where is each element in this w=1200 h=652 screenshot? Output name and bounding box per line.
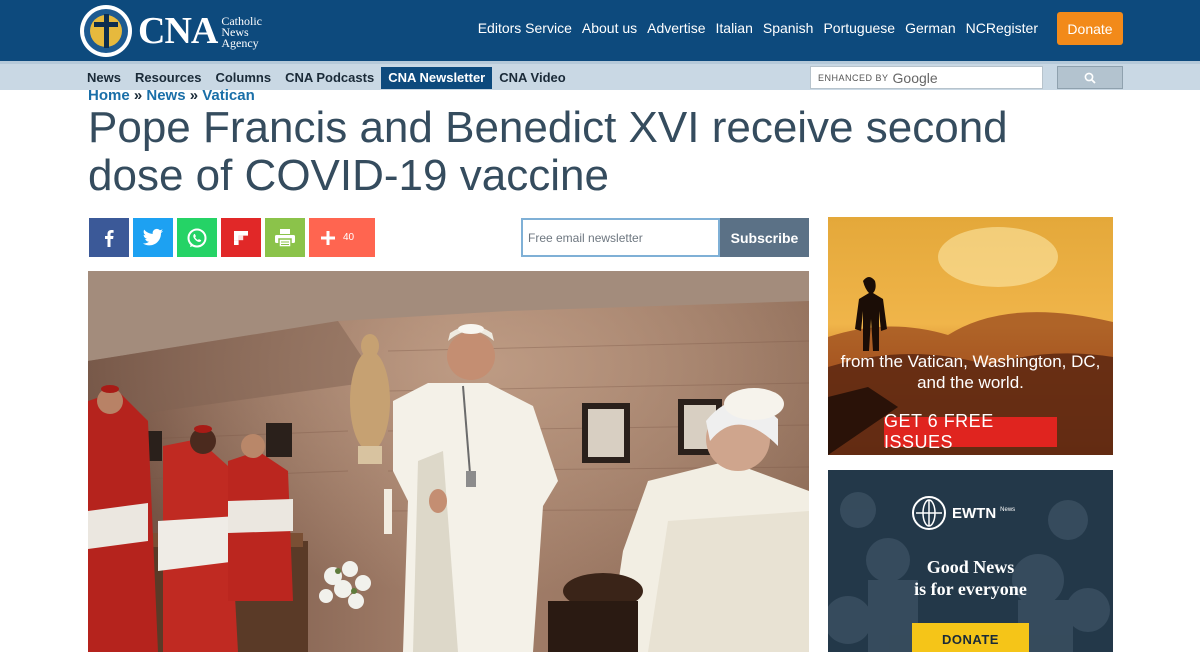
search-input[interactable]: ENHANCED BY Google — [810, 66, 1043, 89]
ewtn-donate-button[interactable]: DONATE — [912, 623, 1029, 652]
top-nav-italian[interactable]: Italian — [716, 20, 753, 36]
top-nav-editors-service[interactable]: Editors Service — [478, 20, 572, 36]
search-button[interactable] — [1057, 66, 1123, 89]
logo-wordmark: CNA — [138, 10, 218, 52]
breadcrumb-separator: » — [189, 87, 199, 104]
flipboard-share-button[interactable] — [221, 218, 261, 257]
section-nav-cna-video[interactable]: CNA Video — [492, 67, 572, 89]
get-free-issues-button[interactable]: GET 6 FREE ISSUES — [884, 411, 1057, 452]
logo-subtitle: Catholic News Agency — [221, 13, 262, 50]
section-nav: News Resources Columns CNA Podcasts CNA … — [80, 67, 573, 89]
breadcrumb-home[interactable]: Home — [88, 87, 130, 104]
facebook-share-button[interactable] — [89, 218, 129, 257]
share-toolbar: 40 — [89, 218, 375, 257]
article-main-photo — [88, 271, 809, 652]
section-nav-bar: News Resources Columns CNA Podcasts CNA … — [0, 61, 1200, 90]
article-title: Pope Francis and Benedict XVI receive se… — [88, 103, 1008, 200]
search-icon — [1084, 72, 1096, 84]
ewtn-donate-ad[interactable]: EWTN News Good News is for everyone DONA… — [828, 470, 1113, 652]
plus-icon — [321, 230, 335, 245]
top-nav-spanish[interactable]: Spanish — [763, 20, 814, 36]
top-nav-german[interactable]: German — [905, 20, 956, 36]
magazine-ad-text: from the Vatican, Washington, DC, and th… — [840, 352, 1101, 392]
ewtn-logo: EWTN News — [912, 496, 1015, 530]
flipboard-icon — [234, 230, 248, 245]
section-nav-resources[interactable]: Resources — [128, 67, 208, 89]
top-nav: Editors Service About us Advertise Itali… — [478, 20, 1038, 36]
facebook-icon — [105, 229, 114, 247]
newsletter-email-input[interactable]: Free email newsletter — [521, 218, 720, 257]
section-nav-columns[interactable]: Columns — [208, 67, 278, 89]
share-count: 40 — [343, 232, 355, 243]
subscribe-button[interactable]: Subscribe — [720, 218, 809, 257]
section-nav-cna-newsletter[interactable]: CNA Newsletter — [381, 67, 493, 89]
section-nav-news[interactable]: News — [80, 67, 128, 89]
ewtn-tagline: Good News is for everyone — [914, 557, 1027, 599]
top-nav-portuguese[interactable]: Portuguese — [823, 20, 895, 36]
top-nav-advertise[interactable]: Advertise — [647, 20, 705, 36]
breadcrumb-news[interactable]: News — [146, 87, 185, 104]
google-logo: Google — [892, 69, 938, 86]
whatsapp-icon — [187, 228, 207, 247]
magazine-ad[interactable]: from the Vatican, Washington, DC, and th… — [828, 217, 1113, 455]
search-enhanced-label: ENHANCED BY — [818, 72, 889, 83]
top-header: CNA Catholic News Agency Editors Service… — [0, 0, 1200, 61]
cna-seal-icon — [80, 5, 132, 57]
section-nav-cna-podcasts[interactable]: CNA Podcasts — [278, 67, 381, 89]
globe-icon — [912, 496, 946, 530]
donate-button[interactable]: Donate — [1057, 12, 1123, 45]
twitter-icon — [142, 228, 164, 245]
top-nav-about-us[interactable]: About us — [582, 20, 637, 36]
print-icon — [275, 228, 295, 248]
top-nav-ncregister[interactable]: NCRegister — [966, 20, 1038, 36]
whatsapp-share-button[interactable] — [177, 218, 217, 257]
print-share-button[interactable] — [265, 218, 305, 257]
breadcrumb: Home » News » Vatican — [88, 87, 255, 104]
twitter-share-button[interactable] — [133, 218, 173, 257]
cna-logo[interactable]: CNA Catholic News Agency — [80, 5, 280, 57]
breadcrumb-vatican[interactable]: Vatican — [202, 87, 255, 104]
more-share-button[interactable]: 40 — [309, 218, 375, 257]
breadcrumb-separator: » — [133, 87, 143, 104]
